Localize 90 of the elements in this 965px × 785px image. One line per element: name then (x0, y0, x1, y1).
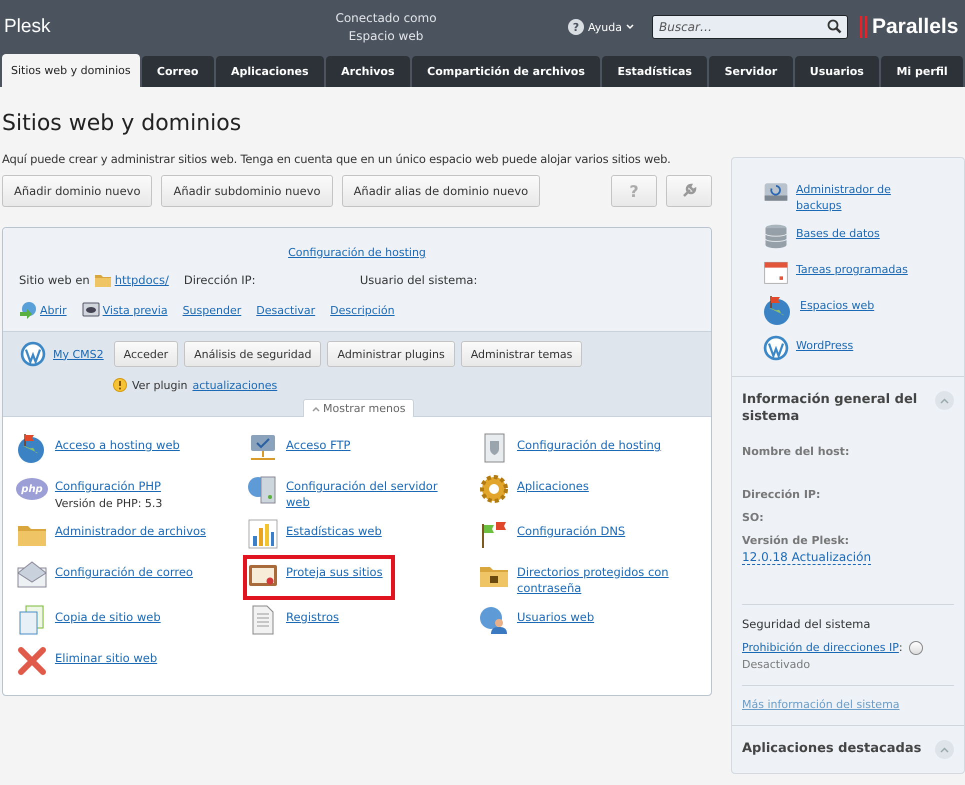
nav-tab[interactable]: Compartición de archivos (412, 56, 600, 87)
nav-tab[interactable]: Usuarios (794, 56, 880, 87)
tool-link[interactable]: Acceso a hosting web (55, 437, 180, 453)
collapse-button[interactable] (935, 740, 954, 759)
wordpress-icon (19, 340, 47, 368)
tool-link[interactable]: Directorios protegidos con contraseña (517, 564, 692, 596)
bar-chart-icon (247, 518, 279, 550)
tool-link[interactable]: Configuración del servidor web (286, 478, 461, 510)
help-menu[interactable]: ? Ayuda (562, 18, 640, 36)
ip-label: Dirección IP: (742, 488, 822, 501)
ip-ban-link[interactable]: Prohibición de direcciones IP (742, 641, 899, 654)
folder-link[interactable]: httpdocs/ (114, 273, 169, 287)
tool-link[interactable]: Acceso FTP (286, 437, 350, 453)
php-icon: php (16, 478, 48, 500)
updates-link[interactable]: actualizaciones (192, 378, 278, 392)
action-button[interactable]: Añadir subdominio nuevo (161, 175, 333, 207)
search-field[interactable]: Buscar… (652, 15, 848, 39)
brand-name: Plesk (4, 16, 52, 38)
globe-user-icon (478, 604, 510, 636)
page-title: Sitios web y dominios (2, 111, 242, 136)
connection-info: Espacio web (348, 28, 424, 45)
host-label: Nombre del host: (742, 445, 850, 458)
nav-tab[interactable]: Correo (142, 56, 214, 87)
ip-label: Dirección IP: (184, 273, 256, 287)
caret-icon (626, 24, 634, 30)
notice-text: Ver plugin (132, 378, 188, 392)
collapse-button[interactable] (935, 391, 954, 410)
search-icon (826, 19, 842, 34)
wrench-icon (681, 183, 697, 199)
nav-tab[interactable]: Mi perfil (881, 56, 963, 87)
section-title: Aplicaciones destacadas (742, 740, 922, 757)
nav-tab[interactable]: Estadísticas (602, 56, 708, 87)
site-action-link[interactable]: Descripción (330, 304, 395, 316)
action-button[interactable]: Añadir alias de dominio nuevo (342, 175, 540, 207)
chevron-icon (312, 406, 320, 412)
tool-link[interactable]: Registros (286, 609, 340, 625)
nav-tab[interactable]: Aplicaciones (216, 56, 324, 87)
version-label: Versión de Plesk: (742, 534, 850, 547)
site-action-link[interactable]: Suspender (182, 304, 242, 316)
cms-button[interactable]: Acceder (114, 341, 178, 367)
version-link[interactable]: 12.0.18 Actualización (742, 550, 872, 565)
section-title: Información general del sistema (742, 391, 918, 425)
sidebar-link[interactable]: WordPress (796, 334, 854, 354)
tool-link[interactable]: Configuración PHP (55, 478, 162, 494)
tool-link[interactable]: Administrador de archivos (55, 523, 206, 539)
hosting-link[interactable]: Configuración de hosting (288, 246, 426, 259)
chevron-icon (940, 746, 949, 752)
page-description: Aquí puede crear y administrar sitios web. Tenga en cuenta que en un único espacio web puede alojar varios sitios web. (2, 152, 672, 166)
tool-link[interactable]: Eliminar sitio web (55, 650, 158, 666)
cms-button[interactable]: Administrar temas (460, 341, 582, 367)
tool-link[interactable]: Copia de sitio web (55, 609, 161, 625)
os-label: SO: (742, 511, 765, 524)
tool-note: Versión de PHP: 5.3 (55, 497, 162, 510)
user-label: Usuario del sistema: (360, 273, 478, 287)
help-icon: ? (568, 19, 584, 35)
settings-button[interactable] (666, 175, 712, 207)
tool-link[interactable]: Configuración DNS (517, 523, 626, 539)
sidebar-link[interactable]: Bases de datos (796, 222, 880, 242)
cms-button[interactable]: Análisis de seguridad (184, 341, 322, 367)
security-status: Desactivado (742, 658, 812, 671)
cms-link[interactable]: My CMS2 (53, 348, 104, 360)
nav-tab[interactable]: Archivos (326, 56, 410, 87)
sidebar-link[interactable]: Espacios web (800, 294, 874, 314)
tool-link[interactable]: Estadísticas web (286, 523, 382, 539)
nav-tab[interactable]: Servidor (709, 56, 792, 87)
nav-tab[interactable]: Sitios web y dominios (2, 54, 140, 87)
chevron-icon (940, 398, 949, 404)
gear-icon (478, 473, 510, 505)
location-label: Sitio web en (19, 273, 90, 287)
company-logo: Parallels (860, 15, 958, 39)
tool-link[interactable]: Proteja sus sitios (286, 564, 383, 580)
collapse-toggle[interactable]: Mostrar menos (303, 399, 414, 417)
separator-text: : (898, 641, 903, 654)
cms-button[interactable]: Administrar plugins (327, 341, 455, 367)
site-action-link[interactable]: Abrir (40, 304, 67, 316)
site-action-link[interactable]: Desactivar (256, 304, 316, 316)
tool-link[interactable]: Configuración de correo (55, 564, 193, 580)
security-title: Seguridad del sistema (742, 617, 870, 631)
site-action-link[interactable]: Vista previa (102, 304, 168, 316)
warning-icon (113, 378, 127, 392)
preview-icon (82, 301, 100, 319)
tool-link[interactable]: Configuración de hosting (517, 437, 662, 453)
sidebar-link[interactable]: Tareas programadas (796, 258, 908, 278)
sidebar-link[interactable]: Administrador de backups (796, 178, 916, 214)
connection-info: Conectado como (334, 10, 438, 27)
cross-icon (16, 645, 48, 677)
tool-link[interactable]: Aplicaciones (517, 478, 589, 494)
wordpress-icon (762, 334, 790, 362)
tool-link[interactable]: Usuarios web (517, 609, 594, 625)
action-button[interactable]: Añadir dominio nuevo (2, 175, 152, 207)
